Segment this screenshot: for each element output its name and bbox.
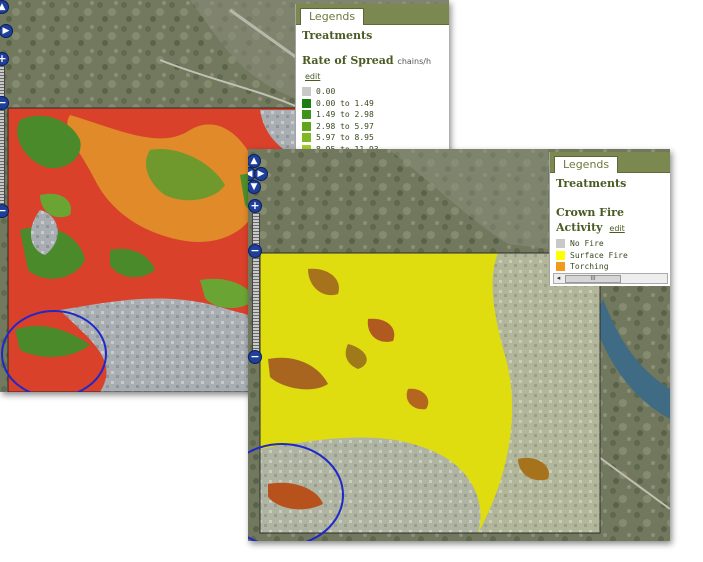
legend-label: No Fire xyxy=(570,239,604,249)
legend-title: Rate of Spread chains/h edit xyxy=(302,53,444,83)
legend-label: 0.00 xyxy=(316,87,336,97)
legend-swatch xyxy=(302,98,311,108)
zoom-in-button[interactable]: + xyxy=(248,199,262,213)
zoom-out-button-2[interactable]: − xyxy=(248,350,262,364)
treatments-heading: Treatments xyxy=(302,29,373,42)
zoom-slider[interactable] xyxy=(252,213,260,246)
legend-panel: Legends Treatments Rate of Spread chains… xyxy=(295,4,449,166)
legends-tab[interactable]: Legends xyxy=(554,156,619,173)
zoom-slider-lower[interactable] xyxy=(0,110,5,205)
legend-label: 2.98 to 5.97 xyxy=(316,121,374,131)
legend-item: No Fire xyxy=(556,238,665,250)
legend-panel: Legends Treatments Crown Fire Activity e… xyxy=(549,152,670,286)
legend-item: Surface Fire xyxy=(556,250,665,262)
treatments-heading: Treatments xyxy=(556,177,627,190)
legend-swatch xyxy=(556,262,565,272)
scroll-thumb[interactable]: III xyxy=(565,275,621,283)
legend-header: Legends xyxy=(296,4,449,25)
legend-label: 1.49 to 2.98 xyxy=(316,110,374,120)
edit-link[interactable]: edit xyxy=(305,72,320,81)
legend-title-text: Rate of Spread xyxy=(302,54,394,67)
legend-label: 5.97 to 8.95 xyxy=(316,133,374,143)
legend-label: Surface Fire xyxy=(570,250,628,260)
legend-swatch xyxy=(302,121,311,131)
legend-item: 2.98 to 5.97 xyxy=(302,121,444,133)
legend-swatch xyxy=(556,250,565,260)
legend-swatch xyxy=(302,110,311,120)
legend-swatch xyxy=(302,133,311,143)
scroll-left-icon[interactable]: ◂ xyxy=(554,274,563,283)
legend-item: 1.49 to 2.98 xyxy=(302,109,444,121)
legend-item: 0.00 to 1.49 xyxy=(302,98,444,110)
horizontal-scrollbar[interactable]: ◂ III xyxy=(553,273,668,284)
zoom-slider-lower[interactable] xyxy=(252,258,260,351)
crown-fire-map-window: ▲ ◀ ▶ ▼ + − − Legends Treatments Crown F… xyxy=(248,149,670,541)
legend-label: 0.00 to 1.49 xyxy=(316,98,374,108)
legend-header: Legends xyxy=(550,152,670,173)
zoom-out-button[interactable]: − xyxy=(248,244,262,258)
legend-title: Crown Fire Activity edit xyxy=(556,205,665,235)
edit-link[interactable]: edit xyxy=(609,224,624,233)
pan-right-icon[interactable]: ▶ xyxy=(254,167,268,181)
legend-label: Torching xyxy=(570,262,609,272)
legend-units: chains/h xyxy=(397,57,432,66)
legend-swatch xyxy=(556,239,565,249)
legend-item: Torching xyxy=(556,261,665,273)
legend-item: 0.00 xyxy=(302,86,444,98)
legend-item: 5.97 to 8.95 xyxy=(302,132,444,144)
legends-tab[interactable]: Legends xyxy=(300,8,365,25)
legend-swatch xyxy=(302,87,311,97)
